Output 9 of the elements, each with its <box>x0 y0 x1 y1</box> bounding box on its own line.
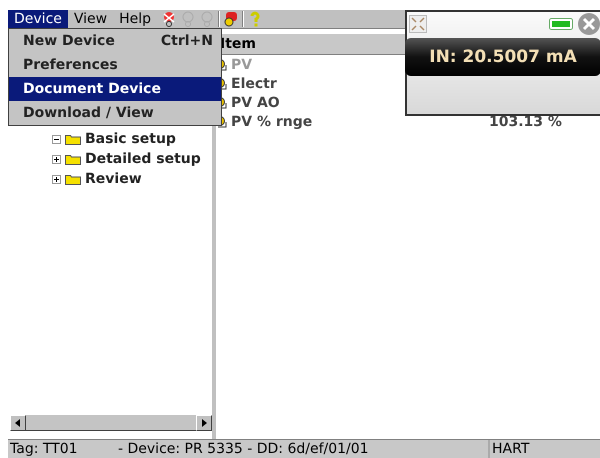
status-protocol: HART <box>488 440 600 458</box>
status-tag: Tag: TT01 <box>8 440 118 458</box>
table-cell-text: Electr <box>231 76 278 92</box>
table-cell-text: PV <box>231 56 254 72</box>
table-cell: 103.13 % <box>489 114 562 130</box>
table-cell-text: PV % rnge <box>231 114 314 130</box>
table-cell-text: PV AO <box>231 94 281 110</box>
reading-display: IN: 20.5007 mA <box>405 38 600 76</box>
status-device: - Device: PR 5335 - DD: 6d/ef/01/01 <box>118 440 370 458</box>
